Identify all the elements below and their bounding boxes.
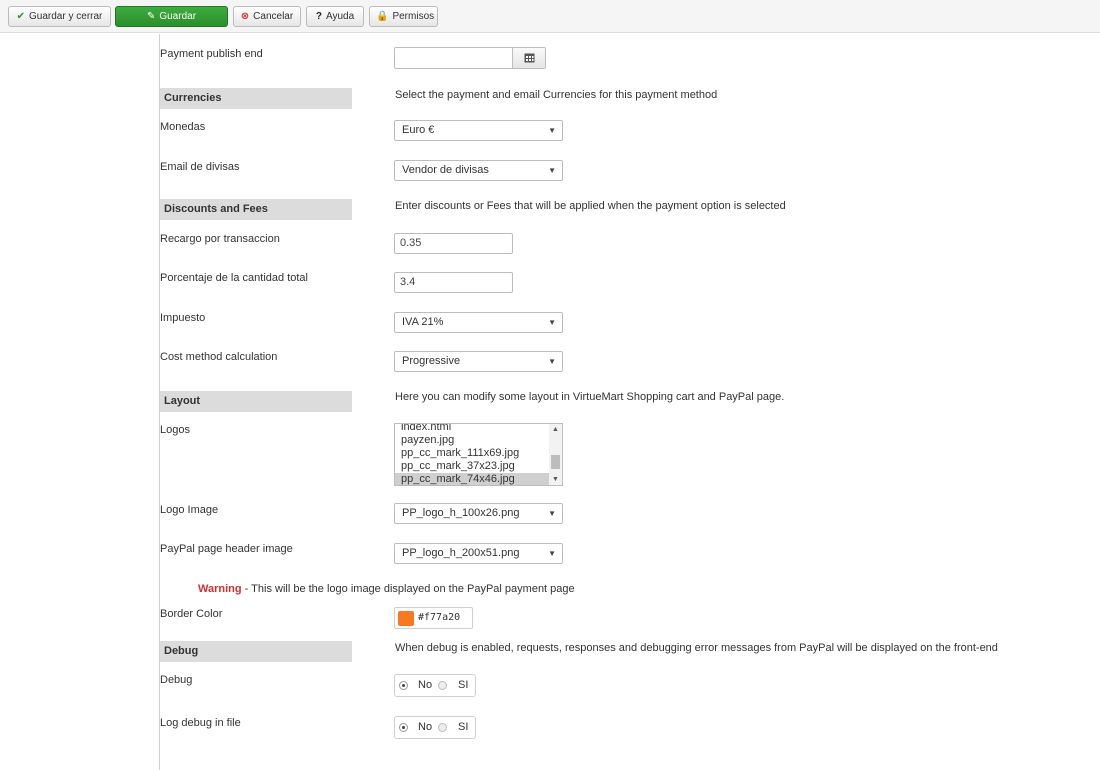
save-button[interactable]: ✎ Guardar bbox=[115, 6, 228, 27]
publish-end-label: Payment publish end bbox=[160, 48, 263, 60]
warning-message: Warning - This will be the logo image di… bbox=[198, 583, 575, 595]
calendar-icon bbox=[524, 53, 534, 63]
help-icon: ? bbox=[315, 11, 322, 22]
warning-label: Warning bbox=[198, 583, 242, 595]
logos-listbox[interactable]: index.html payzen.jpg pp_cc_mark_111x69.… bbox=[394, 423, 563, 486]
recargo-label: Recargo por transaccion bbox=[160, 233, 280, 245]
debug-section-header: Debug bbox=[160, 641, 352, 662]
list-item[interactable]: payzen.jpg bbox=[395, 434, 550, 447]
edit-icon: ✎ bbox=[146, 11, 156, 22]
fees-description: Enter discounts or Fees that will be app… bbox=[395, 200, 786, 212]
list-item[interactable]: pp_cc_mark_37x23.jpg bbox=[395, 460, 550, 473]
dropdown-arrow-icon: ▼ bbox=[548, 509, 556, 518]
list-item[interactable]: pp_cc_mark_111x69.jpg bbox=[395, 447, 550, 460]
porcentaje-label: Porcentaje de la cantidad total bbox=[160, 272, 308, 284]
dropdown-arrow-icon: ▼ bbox=[548, 549, 556, 558]
logo-image-label: Logo Image bbox=[160, 504, 219, 516]
scroll-up-icon[interactable]: ▲ bbox=[549, 426, 562, 433]
check-icon: ✔ bbox=[16, 11, 26, 22]
email-divisas-select[interactable]: Vendor de divisas ▼ bbox=[394, 160, 563, 181]
logo-image-select[interactable]: PP_logo_h_100x26.png ▼ bbox=[394, 503, 563, 524]
help-button[interactable]: ? Ayuda bbox=[306, 6, 364, 27]
log-debug-si-radio[interactable] bbox=[438, 723, 447, 732]
impuesto-select[interactable]: IVA 21% ▼ bbox=[394, 312, 563, 333]
border-color-picker[interactable]: #f77a20 bbox=[394, 607, 473, 629]
email-divisas-label: Email de divisas bbox=[160, 161, 240, 173]
cost-method-select[interactable]: Progressive ▼ bbox=[394, 351, 563, 372]
border-color-value: #f77a20 bbox=[418, 612, 461, 623]
header-image-select[interactable]: PP_logo_h_200x51.png ▼ bbox=[394, 543, 563, 564]
porcentaje-input[interactable]: 3.4 bbox=[394, 272, 513, 293]
save-close-button[interactable]: ✔ Guardar y cerrar bbox=[8, 6, 111, 27]
debug-label: Debug bbox=[160, 674, 193, 686]
publish-end-field[interactable] bbox=[394, 47, 546, 69]
monedas-label: Monedas bbox=[160, 121, 206, 133]
scrollbar[interactable]: ▲ ▼ bbox=[549, 424, 562, 485]
scrollbar-thumb[interactable] bbox=[551, 455, 560, 469]
debug-radio-group: No SI bbox=[394, 674, 476, 697]
debug-description: When debug is enabled, requests, respons… bbox=[395, 642, 998, 654]
currencies-description: Select the payment and email Currencies … bbox=[395, 89, 718, 101]
lock-icon: 🔒 bbox=[376, 11, 389, 22]
recargo-input[interactable]: 0.35 bbox=[394, 233, 513, 254]
radio-label: No bbox=[418, 721, 433, 733]
debug-no-radio[interactable] bbox=[399, 681, 408, 690]
dropdown-arrow-icon: ▼ bbox=[548, 357, 556, 366]
radio-label: No bbox=[418, 679, 433, 691]
list-item[interactable]: index.html bbox=[395, 424, 550, 434]
currencies-section-header: Currencies bbox=[160, 88, 352, 109]
cancel-icon: ⊗ bbox=[240, 11, 250, 22]
dropdown-arrow-icon: ▼ bbox=[548, 166, 556, 175]
toolbar: ✔ Guardar y cerrar ✎ Guardar ⊗ Cancelar ? Ay… bbox=[0, 0, 1100, 33]
warning-text: - This will be the logo image displayed … bbox=[241, 583, 575, 595]
color-swatch[interactable] bbox=[398, 611, 414, 626]
radio-label: SI bbox=[458, 721, 469, 733]
log-debug-radio-group: No SI bbox=[394, 716, 476, 739]
layout-section-header: Layout bbox=[160, 391, 352, 412]
dropdown-arrow-icon: ▼ bbox=[548, 126, 556, 135]
scroll-down-icon[interactable]: ▼ bbox=[549, 476, 562, 483]
permissions-button[interactable]: 🔒 Permisos bbox=[369, 6, 438, 27]
impuesto-label: Impuesto bbox=[160, 312, 206, 324]
header-image-label: PayPal page header image bbox=[160, 543, 293, 555]
calendar-button[interactable] bbox=[512, 48, 545, 68]
cancel-button[interactable]: ⊗ Cancelar bbox=[233, 6, 301, 27]
log-debug-no-radio[interactable] bbox=[399, 723, 408, 732]
layout-description: Here you can modify some layout in Virtu… bbox=[395, 391, 785, 403]
log-debug-label: Log debug in file bbox=[160, 717, 241, 729]
radio-label: SI bbox=[458, 679, 469, 691]
monedas-select[interactable]: Euro € ▼ bbox=[394, 120, 563, 141]
cost-method-label: Cost method calculation bbox=[160, 351, 278, 363]
debug-si-radio[interactable] bbox=[438, 681, 447, 690]
border-color-label: Border Color bbox=[160, 608, 223, 620]
fees-section-header: Discounts and Fees bbox=[160, 199, 352, 220]
dropdown-arrow-icon: ▼ bbox=[548, 318, 556, 327]
list-item-selected[interactable]: pp_cc_mark_74x46.jpg bbox=[395, 473, 550, 485]
logos-label: Logos bbox=[160, 424, 190, 436]
